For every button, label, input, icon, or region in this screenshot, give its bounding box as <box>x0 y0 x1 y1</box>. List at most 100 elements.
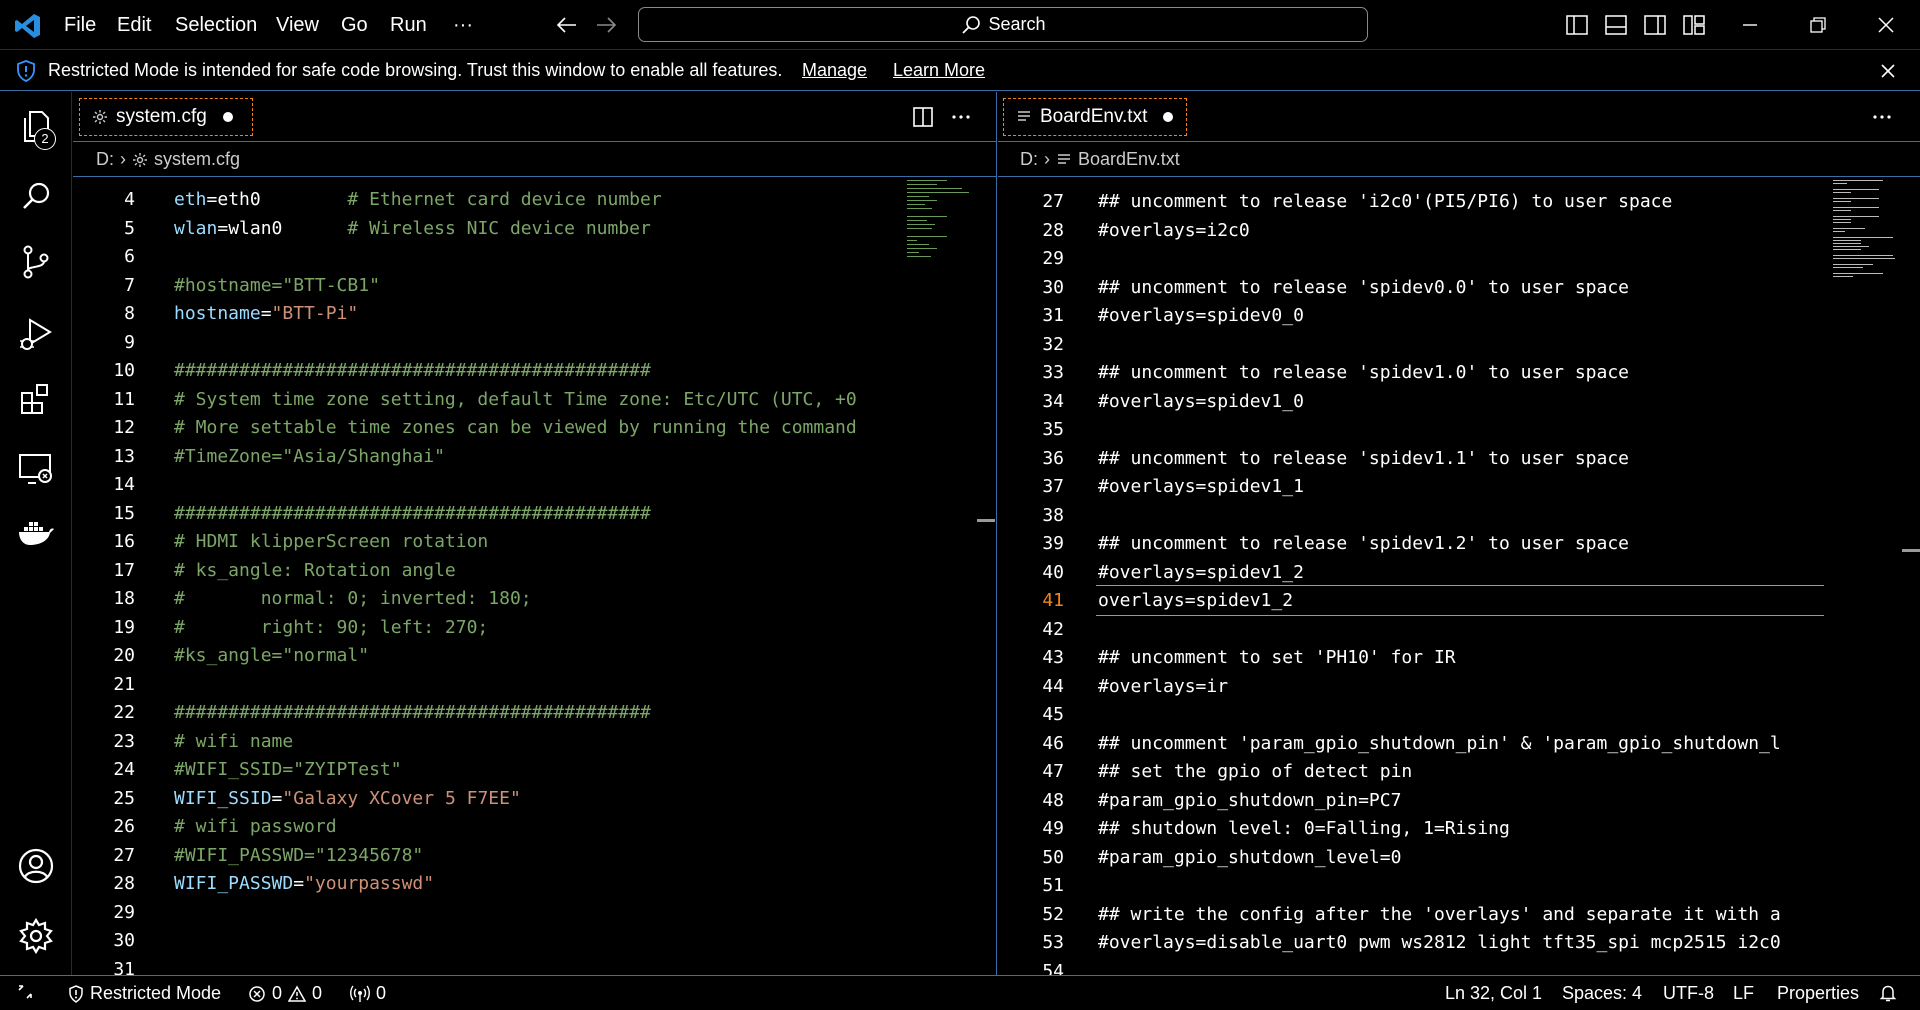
code-line[interactable]: 31 <box>73 956 833 976</box>
code-line[interactable]: 27 #WIFI_PASSWD="12345678" <box>73 842 833 870</box>
close-window-icon[interactable] <box>1874 13 1898 37</box>
unsaved-dot-icon[interactable] <box>222 112 233 122</box>
code-line[interactable]: 23 # wifi name <box>73 728 833 756</box>
remote-indicator[interactable] <box>16 983 34 1001</box>
code-line[interactable]: 18 # normal: 0; inverted: 180; <box>73 585 833 613</box>
code-line[interactable]: 49 ## shutdown level: 0=Falling, 1=Rising <box>998 815 1828 843</box>
breadcrumb-drive[interactable]: D: <box>1020 149 1038 170</box>
language-mode[interactable]: Properties <box>1777 983 1859 1004</box>
code-line[interactable]: 50 #param_gpio_shutdown_level=0 <box>998 844 1828 872</box>
code-line[interactable]: 43 ## uncomment to set 'PH10' for IR <box>998 644 1828 672</box>
back-arrow-icon[interactable] <box>555 13 579 37</box>
code-line[interactable]: 34 #overlays=spidev1_0 <box>998 388 1828 416</box>
menu-edit[interactable]: Edit <box>117 12 151 38</box>
menu-view[interactable]: View <box>276 12 319 38</box>
code-line[interactable]: 10 ######################################… <box>73 357 833 385</box>
unsaved-dot-icon[interactable] <box>1163 112 1174 122</box>
code-line[interactable]: 46 ## uncomment 'param_gpio_shutdown_pin'… <box>998 730 1828 758</box>
code-line[interactable]: 42 <box>998 616 1828 644</box>
code-line[interactable]: 27 ## uncomment to release 'i2c0'(PI5/PI6… <box>998 188 1828 216</box>
code-line[interactable]: 4 eth=eth0 # Ethernet card device number <box>73 186 833 214</box>
code-line[interactable]: 40 #overlays=spidev1_2 <box>998 559 1828 587</box>
code-line[interactable]: 36 ## uncomment to release 'spidev1.1' to… <box>998 445 1828 473</box>
command-center-search[interactable]: Search <box>638 7 1368 42</box>
left-code-editor[interactable]: 4 eth=eth0 # Ethernet card device number 5… <box>73 178 996 975</box>
restricted-mode-status[interactable]: Restricted Mode <box>68 983 221 1004</box>
source-control-icon[interactable] <box>16 242 56 282</box>
code-line[interactable]: 5 wlan=wlan0 # Wireless NIC device number <box>73 215 833 243</box>
encoding[interactable]: UTF-8 <box>1663 983 1714 1004</box>
close-banner-icon[interactable] <box>1876 59 1900 83</box>
tab-boardenv-txt[interactable]: BoardEnv.txt <box>1003 98 1187 136</box>
code-line[interactable]: 53 #overlays=disable_uart0 pwm ws2812 lig… <box>998 929 1828 957</box>
forward-arrow-icon[interactable] <box>594 13 618 37</box>
manage-gear-icon[interactable] <box>16 916 56 956</box>
extensions-icon[interactable] <box>16 379 56 419</box>
code-line[interactable]: 28 #overlays=i2c0 <box>998 217 1828 245</box>
menu-run[interactable]: Run <box>390 12 427 38</box>
toggle-secondary-sidebar-icon[interactable] <box>1643 13 1667 37</box>
restore-icon[interactable] <box>1806 13 1830 37</box>
code-line[interactable]: 14 <box>73 471 833 499</box>
accounts-icon[interactable] <box>16 846 56 886</box>
code-line[interactable]: 31 #overlays=spidev0_0 <box>998 302 1828 330</box>
code-line[interactable]: 21 <box>73 671 833 699</box>
code-line[interactable]: 26 # wifi password <box>73 813 833 841</box>
code-line[interactable]: 41 overlays=spidev1_2 <box>998 587 1828 615</box>
menu-file[interactable]: File <box>64 12 96 38</box>
code-line[interactable]: 33 ## uncomment to release 'spidev1.0' to… <box>998 359 1828 387</box>
docker-icon[interactable] <box>16 512 56 552</box>
more-actions-icon[interactable] <box>1870 105 1894 129</box>
menu-go[interactable]: Go <box>341 12 368 38</box>
tab-system-cfg[interactable]: system.cfg <box>79 98 253 136</box>
code-line[interactable]: 48 #param_gpio_shutdown_pin=PC7 <box>998 787 1828 815</box>
code-line[interactable]: 13 #TimeZone="Asia/Shanghai" <box>73 443 833 471</box>
right-minimap[interactable] <box>1833 178 1903 288</box>
code-line[interactable]: 22 ######################################… <box>73 699 833 727</box>
code-line[interactable]: 24 #WIFI_SSID="ZYIPTest" <box>73 756 833 784</box>
breadcrumb-drive[interactable]: D: <box>96 149 114 170</box>
code-line[interactable]: 6 <box>73 243 833 271</box>
code-line[interactable]: 45 <box>998 701 1828 729</box>
code-line[interactable]: 54 <box>998 958 1828 976</box>
code-line[interactable]: 25 WIFI_SSID="Galaxy XCover 5 F7EE" <box>73 785 833 813</box>
code-line[interactable]: 30 <box>73 927 833 955</box>
minimize-icon[interactable] <box>1738 13 1762 37</box>
banner-manage-link[interactable]: Manage <box>802 60 867 81</box>
code-line[interactable]: 12 # More settable time zones can be view… <box>73 414 856 442</box>
remote-explorer-icon[interactable] <box>16 449 56 489</box>
code-line[interactable]: 15 ######################################… <box>73 500 833 528</box>
right-code-editor[interactable]: 27 ## uncomment to release 'i2c0'(PI5/PI6… <box>998 178 1920 975</box>
code-line[interactable]: 30 ## uncomment to release 'spidev0.0' to… <box>998 274 1828 302</box>
code-line[interactable]: 7 #hostname="BTT-CB1" <box>73 272 833 300</box>
code-line[interactable]: 19 # right: 90; left: 270; <box>73 614 833 642</box>
run-debug-icon[interactable] <box>16 314 56 354</box>
customize-layout-icon[interactable] <box>1682 13 1706 37</box>
code-line[interactable]: 11 # System time zone setting, default Ti… <box>73 386 856 414</box>
code-line[interactable]: 37 #overlays=spidev1_1 <box>998 473 1828 501</box>
menu-more[interactable]: ··· <box>453 12 473 38</box>
cursor-position[interactable]: Ln 32, Col 1 <box>1445 983 1542 1004</box>
toggle-primary-sidebar-icon[interactable] <box>1565 13 1589 37</box>
indentation[interactable]: Spaces: 4 <box>1562 983 1642 1004</box>
code-line[interactable]: 28 WIFI_PASSWD="yourpasswd" <box>73 870 833 898</box>
end-of-line[interactable]: LF <box>1733 983 1754 1004</box>
left-scrollbar-thumb[interactable] <box>977 519 995 522</box>
code-line[interactable]: 52 ## write the config after the 'overlay… <box>998 901 1828 929</box>
left-minimap[interactable] <box>907 178 977 268</box>
ports-status[interactable]: 0 <box>350 983 386 1004</box>
code-line[interactable]: 47 ## set the gpio of detect pin <box>998 758 1828 786</box>
right-scrollbar-thumb[interactable] <box>1902 549 1920 552</box>
code-line[interactable]: 35 <box>998 416 1828 444</box>
code-line[interactable]: 17 # ks_angle: Rotation angle <box>73 557 833 585</box>
toggle-panel-icon[interactable] <box>1604 13 1628 37</box>
search-icon[interactable] <box>16 177 56 217</box>
breadcrumb-file[interactable]: BoardEnv.txt <box>1078 149 1180 170</box>
code-line[interactable]: 29 <box>998 245 1828 273</box>
code-line[interactable]: 51 <box>998 872 1828 900</box>
banner-learn-more-link[interactable]: Learn More <box>893 60 985 81</box>
menu-selection[interactable]: Selection <box>175 12 257 38</box>
code-line[interactable]: 44 #overlays=ir <box>998 673 1828 701</box>
code-line[interactable]: 39 ## uncomment to release 'spidev1.2' to… <box>998 530 1828 558</box>
code-line[interactable]: 38 <box>998 502 1828 530</box>
